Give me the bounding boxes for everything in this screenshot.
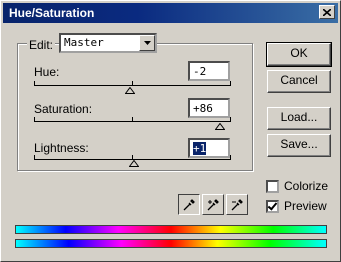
saturation-slider-track[interactable]	[34, 121, 231, 122]
close-button[interactable]	[319, 5, 335, 19]
output-color-spectrum	[15, 239, 327, 248]
cancel-button[interactable]: Cancel	[267, 70, 331, 93]
saturation-slider-tick	[132, 117, 133, 121]
window-title: Hue/Saturation	[9, 6, 95, 20]
eyedropper-icon	[183, 198, 195, 210]
save-button[interactable]: Save...	[267, 134, 331, 157]
saturation-slider-thumb[interactable]	[215, 123, 225, 130]
lightness-label: Lightness:	[34, 141, 89, 155]
add-to-sample-eyedropper-button[interactable]	[202, 194, 224, 215]
lightness-slider-tick	[230, 155, 231, 159]
close-icon	[323, 8, 331, 16]
hue-input[interactable]: -2	[188, 61, 230, 81]
lightness-slider-thumb[interactable]	[129, 160, 139, 167]
preview-checkbox[interactable]	[266, 200, 279, 213]
colorize-label[interactable]: Colorize	[284, 179, 328, 193]
edit-channel-value: Master	[64, 36, 104, 49]
load-button[interactable]: Load...	[267, 107, 331, 130]
saturation-slider-tick	[34, 117, 35, 121]
dropdown-arrow-button[interactable]	[139, 35, 155, 51]
saturation-input[interactable]: +86	[188, 98, 230, 118]
colorize-checkbox[interactable]	[266, 180, 279, 193]
lightness-input[interactable]: +1	[188, 138, 230, 158]
ok-button[interactable]: OK	[266, 42, 332, 67]
lightness-input-value: +1	[193, 142, 207, 155]
edit-label: Edit:	[27, 38, 56, 52]
title-bar[interactable]: Hue/Saturation	[3, 3, 338, 23]
edit-channel-dropdown[interactable]: Master	[59, 33, 157, 53]
eyedropper-minus-icon	[231, 198, 243, 210]
saturation-label: Saturation:	[34, 102, 93, 116]
saturation-slider-tick	[230, 117, 231, 121]
preview-label[interactable]: Preview	[284, 199, 327, 213]
eyedropper-button[interactable]	[178, 194, 200, 215]
lightness-slider-tick	[34, 155, 35, 159]
subtract-from-sample-eyedropper-button[interactable]	[226, 194, 248, 215]
lightness-slider-tick	[132, 155, 133, 159]
hue-label: Hue:	[34, 65, 60, 79]
hue-saturation-dialog: Hue/Saturation Edit: Master Hue: -2 Satu…	[0, 0, 341, 262]
hue-slider-thumb[interactable]	[125, 87, 135, 94]
hue-slider-tick	[132, 81, 133, 85]
chevron-down-icon	[143, 41, 151, 45]
hue-slider-track[interactable]	[34, 85, 231, 86]
hue-slider-tick	[34, 81, 35, 85]
eyedropper-plus-icon	[207, 198, 219, 210]
input-color-spectrum	[15, 225, 327, 234]
hue-slider-tick	[230, 81, 231, 85]
